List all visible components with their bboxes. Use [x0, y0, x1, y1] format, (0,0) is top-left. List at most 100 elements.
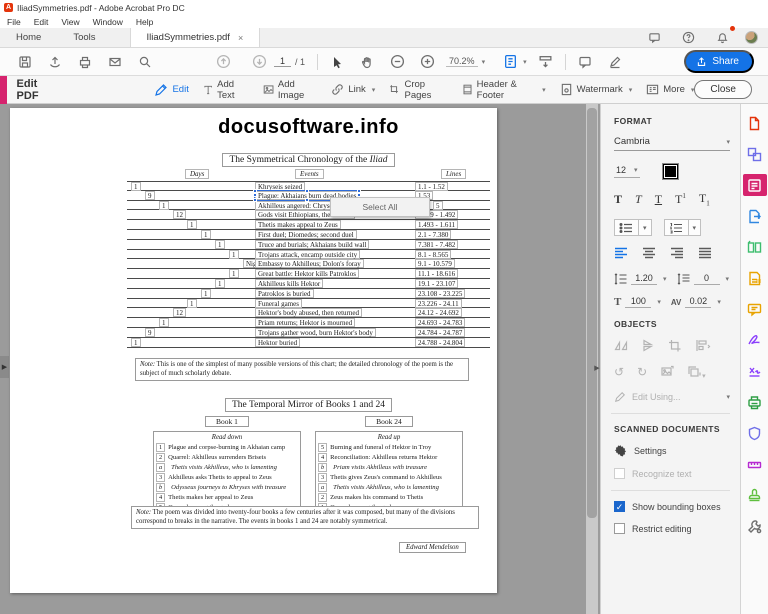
rotate-cw-button[interactable]: ↻ [637, 365, 647, 380]
menu-window[interactable]: Window [93, 17, 123, 27]
lines-cell[interactable]: 9.1 - 10.579 [415, 259, 455, 268]
book-item-number[interactable]: 3 [156, 473, 165, 482]
measure-icon[interactable] [743, 453, 767, 475]
book-item-text[interactable]: Thetis visits Akhilleus, who is lamentin… [168, 463, 277, 472]
rotate-ccw-button[interactable]: ↺ [614, 365, 624, 380]
selection-handle[interactable] [357, 189, 361, 193]
font-color-swatch[interactable] [662, 163, 679, 180]
close-tool-button[interactable]: Close [694, 80, 752, 99]
book-item-text[interactable]: Zeus makes his command to Thetis [330, 493, 423, 502]
edit-using-control[interactable]: Edit Using... ▾ [614, 391, 730, 403]
selection-handle[interactable] [253, 198, 257, 202]
replace-image-button[interactable] [660, 365, 674, 380]
book-item-number[interactable]: b [318, 463, 327, 472]
selection-handle[interactable] [305, 198, 309, 202]
book-item-number[interactable]: a [318, 483, 327, 492]
day-cell[interactable]: 1 [159, 318, 169, 327]
day-cell[interactable]: 1 [131, 182, 141, 191]
scan-settings-button[interactable]: Settings [614, 444, 730, 457]
zoom-in-button[interactable] [416, 52, 438, 72]
header-footer-button[interactable]: Header & Footer▾ [462, 79, 546, 101]
protect-icon[interactable] [743, 422, 767, 444]
chart-title[interactable]: The Symmetrical Chronology of the Iliad [127, 149, 490, 167]
column-header-events[interactable]: Events [295, 169, 324, 179]
lines-cell[interactable]: 24.788 - 24.804 [415, 338, 465, 347]
link-button[interactable]: Link▾ [331, 83, 375, 96]
book-item-text[interactable]: Quarrel: Akhilleus surrenders Briseis [168, 453, 266, 462]
event-cell[interactable]: Akhilleus angered: Chryse [255, 201, 336, 210]
feedback-bubble-icon[interactable] [643, 28, 665, 48]
edit-mode-button[interactable]: Edit [154, 83, 188, 97]
lines-cell[interactable]: 24.12 - 24.692 [415, 308, 462, 317]
flip-vertical-button[interactable] [641, 339, 655, 354]
tab-tools[interactable]: Tools [57, 28, 111, 47]
book-item-number[interactable]: a [156, 463, 165, 472]
day-cell[interactable]: 1 [187, 299, 197, 308]
align-right-button[interactable] [670, 247, 684, 261]
more-tools-icon[interactable] [743, 515, 767, 537]
lines-cell[interactable]: 23.226 - 24.11 [415, 299, 462, 308]
email-button[interactable] [104, 52, 126, 72]
event-cell[interactable]: Trojans attack, encamp outside city [255, 250, 360, 259]
align-objects-button[interactable] [695, 339, 711, 354]
print-button[interactable] [74, 52, 96, 72]
lines-cell[interactable]: 1.1 - 1.52 [415, 182, 448, 191]
share-file-icon[interactable] [44, 52, 66, 72]
combine-files-icon[interactable] [743, 143, 767, 165]
lines-cell[interactable]: 11.1 - 18.616 [415, 269, 458, 278]
lines-cell[interactable]: 5 [433, 201, 443, 210]
tab-close-icon[interactable]: × [238, 33, 243, 43]
event-cell[interactable]: Embassy to Akhilleus; Dolon's foray [255, 259, 364, 268]
book-item-text[interactable]: Plague and corpse-burning in Akhaian cam… [168, 443, 285, 452]
recognize-text-checkbox[interactable]: Recognize text [614, 468, 730, 479]
stamp-icon[interactable] [743, 484, 767, 506]
book1-direction[interactable]: Read down [156, 434, 298, 441]
save-button[interactable] [14, 52, 36, 72]
menu-file[interactable]: File [7, 17, 21, 27]
book-item-number[interactable]: 5 [318, 443, 327, 452]
day-cell[interactable]: 1 [229, 250, 239, 259]
mirror-section-title[interactable]: The Temporal Mirror of Books 1 and 24 [127, 394, 490, 412]
menu-edit[interactable]: Edit [34, 17, 49, 27]
horizontal-scale-control[interactable]: T 100 ▾ [614, 296, 661, 308]
zoom-level-value[interactable]: 70.2% [446, 56, 478, 67]
books-note[interactable]: Note: The poem was divided into twenty-f… [131, 506, 479, 529]
underline-button[interactable]: T [655, 192, 662, 207]
day-cell[interactable]: 1 [229, 269, 239, 278]
day-cell[interactable]: 12 [173, 210, 186, 219]
restrict-editing-checkbox[interactable]: Restrict editing [614, 523, 730, 534]
italic-button[interactable]: T [635, 192, 642, 207]
search-icon[interactable] [134, 52, 156, 72]
book-item-number[interactable]: 4 [156, 493, 165, 502]
author-credit[interactable]: Edward Mendelson [399, 536, 466, 554]
font-family-select[interactable]: Cambria ▾ [614, 136, 730, 151]
book-item-text[interactable]: Thetis makes her appeal to Zeus [168, 493, 253, 502]
align-center-button[interactable] [642, 247, 656, 261]
chronology-note[interactable]: Note: This is one of the simplest of man… [135, 358, 469, 381]
watermark-text[interactable]: docusoftware.info [127, 116, 490, 139]
nav-pane-expand-icon[interactable]: ▶ [0, 356, 9, 378]
book-item-text[interactable]: Reconciliation: Akhilleus returns Hektor [330, 453, 437, 462]
lines-cell[interactable]: 23.108 - 23.225 [415, 289, 465, 298]
next-page-button[interactable] [248, 52, 270, 72]
day-cell[interactable]: 1 [131, 338, 141, 347]
lines-cell[interactable]: 24.693 - 24.783 [415, 318, 465, 327]
day-cell[interactable]: 1 [215, 240, 225, 249]
day-cell[interactable]: 1 [187, 220, 197, 229]
lines-cell[interactable]: 1.493 - 1.611 [415, 220, 458, 229]
request-signatures-icon[interactable] [743, 267, 767, 289]
book-item-text[interactable]: Thetis gives Zeus's command to Akhilleus [330, 473, 442, 482]
book-item-number[interactable]: 2 [156, 453, 165, 462]
show-bounding-boxes-checkbox[interactable]: ✓ Show bounding boxes [614, 501, 730, 512]
book-item-number[interactable]: 4 [318, 453, 327, 462]
previous-page-button[interactable] [212, 52, 234, 72]
book-item-number[interactable]: 2 [318, 493, 327, 502]
edit-pdf-icon[interactable] [743, 174, 767, 196]
day-cell[interactable]: 12 [173, 308, 186, 317]
flip-horizontal-button[interactable] [614, 339, 628, 354]
book-item-text[interactable]: Akhilleus asks Thetis to appeal to Zeus [168, 473, 272, 482]
lines-cell[interactable]: 24.784 - 24.787 [415, 328, 465, 337]
event-cell[interactable]: Thetis makes appeal to Zeus [255, 220, 341, 229]
create-pdf-icon[interactable] [743, 112, 767, 134]
event-cell[interactable]: Khryseis seized [255, 182, 305, 191]
